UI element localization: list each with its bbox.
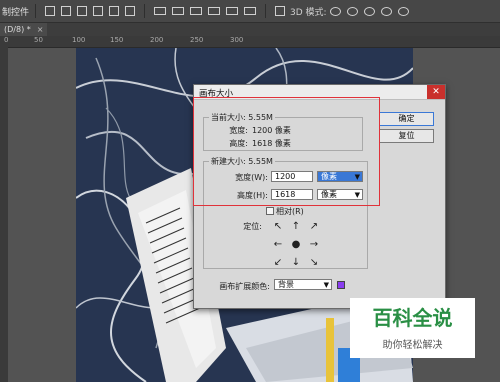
document-tab[interactable]: (D/8) * ×	[0, 23, 48, 36]
panel-label: 制控件	[2, 7, 30, 18]
ruler-label: 250	[190, 36, 204, 44]
align-center-icon[interactable]	[109, 6, 120, 16]
document-tab-label: (D/8) *	[4, 25, 31, 34]
relative-checkbox[interactable]	[266, 207, 274, 215]
highlight-box	[193, 97, 380, 206]
anchor-grid: ↖ ↑ ↗ ← ● → ↙ ↓ ↘	[269, 218, 323, 272]
relative-label: 相对(R)	[276, 207, 304, 216]
slide-3d-icon[interactable]	[380, 6, 392, 16]
watermark-subtitle: 助你轻松解决	[382, 340, 443, 351]
mode-3d-label: 3D 模式:	[290, 7, 327, 18]
anchor-top-left-icon[interactable]: ↖	[269, 218, 287, 236]
toolbar-divider	[35, 4, 37, 18]
chevron-down-icon: ▼	[323, 281, 329, 289]
extension-color-value: 背景	[278, 280, 294, 289]
distribute-center-icon[interactable]	[226, 7, 239, 15]
watermark-title: 百科全说	[372, 306, 453, 330]
watermark: 百科全说 助你轻松解决	[350, 298, 475, 358]
align-middle-icon[interactable]	[61, 6, 72, 16]
auto-align-icon[interactable]	[275, 6, 286, 16]
horizontal-ruler: 0 50 100 150 200 250 300	[0, 36, 500, 48]
anchor-bottom-icon[interactable]: ↓	[287, 254, 305, 272]
align-left-icon[interactable]	[93, 6, 104, 16]
extension-color-select[interactable]: 背景 ▼	[274, 279, 332, 290]
distribute-bottom-icon[interactable]	[190, 7, 203, 15]
ok-button[interactable]: 确定	[379, 112, 434, 126]
extension-color-swatch[interactable]	[337, 281, 345, 289]
close-tab-icon[interactable]: ×	[37, 25, 44, 34]
close-icon[interactable]: ✕	[427, 85, 445, 99]
orbit-3d-icon[interactable]	[329, 6, 341, 16]
ruler-label: 150	[110, 36, 124, 44]
ruler-label: 50	[34, 36, 43, 44]
anchor-bottom-left-icon[interactable]: ↙	[269, 254, 287, 272]
reset-button[interactable]: 复位	[379, 129, 434, 143]
toolbar-divider	[265, 4, 267, 18]
scale-3d-icon[interactable]	[397, 6, 409, 16]
ruler-label: 0	[4, 36, 9, 44]
anchor-left-icon[interactable]: ←	[269, 236, 287, 254]
vertical-ruler	[0, 47, 8, 382]
align-top-icon[interactable]	[45, 6, 56, 16]
anchor-bottom-right-icon[interactable]: ↘	[305, 254, 323, 272]
ruler-label: 200	[150, 36, 164, 44]
extension-color-label: 画布扩展颜色:	[219, 282, 270, 291]
roll-3d-icon[interactable]	[346, 6, 358, 16]
anchor-label: 定位:	[243, 222, 262, 231]
distribute-left-icon[interactable]	[208, 7, 221, 15]
ruler-label: 300	[230, 36, 244, 44]
anchor-center-icon[interactable]: ●	[287, 236, 305, 254]
anchor-right-icon[interactable]: →	[305, 236, 323, 254]
distribute-right-icon[interactable]	[244, 7, 257, 15]
anchor-top-icon[interactable]: ↑	[287, 218, 305, 236]
pan-3d-icon[interactable]	[363, 6, 375, 16]
document-tab-bar: (D/8) * ×	[0, 23, 500, 36]
toolbar-divider	[144, 4, 146, 18]
distribute-top-icon[interactable]	[154, 7, 167, 15]
ruler-label: 100	[72, 36, 86, 44]
align-bottom-icon[interactable]	[77, 6, 88, 16]
options-toolbar: 制控件 3D 模式:	[0, 0, 500, 23]
distribute-middle-icon[interactable]	[172, 7, 185, 15]
align-right-icon[interactable]	[125, 6, 136, 16]
anchor-top-right-icon[interactable]: ↗	[305, 218, 323, 236]
